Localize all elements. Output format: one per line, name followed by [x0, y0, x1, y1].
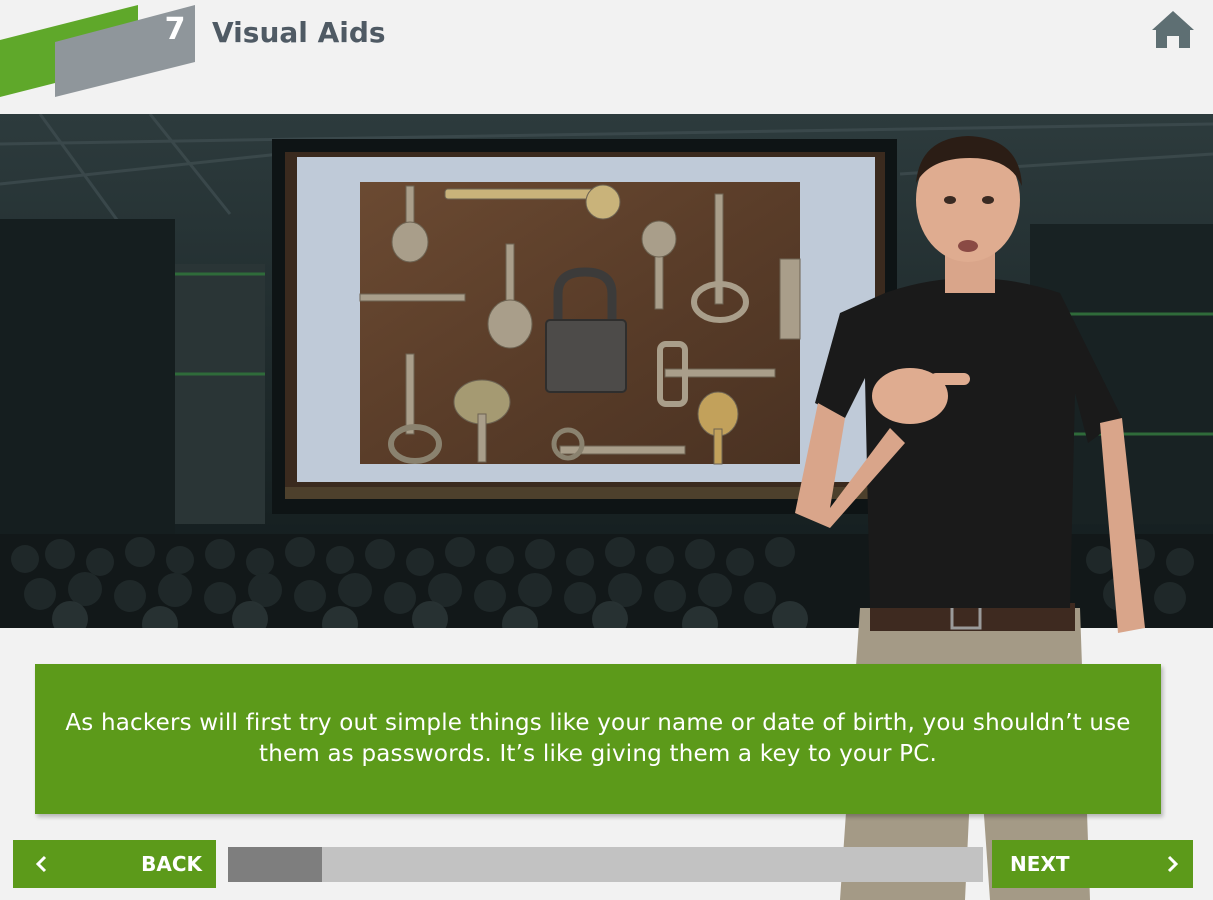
progress-bar [228, 847, 983, 882]
next-button-label: NEXT [1010, 852, 1070, 876]
home-button[interactable] [1150, 8, 1196, 50]
back-button-label: BACK [141, 852, 202, 876]
caption-text: As hackers will first try out simple thi… [65, 710, 1131, 767]
chevron-right-icon [1167, 855, 1179, 873]
home-icon [1152, 11, 1194, 48]
progress-bar-fill [228, 847, 323, 882]
page-title: Visual Aids [212, 16, 386, 49]
lesson-number: 7 [164, 12, 186, 47]
header: 7 Visual Aids [0, 0, 1213, 112]
back-button[interactable]: BACK [13, 840, 216, 888]
next-button[interactable]: NEXT [992, 840, 1193, 888]
caption-box: As hackers will first try out simple thi… [35, 664, 1161, 814]
chevron-left-icon [35, 855, 47, 873]
